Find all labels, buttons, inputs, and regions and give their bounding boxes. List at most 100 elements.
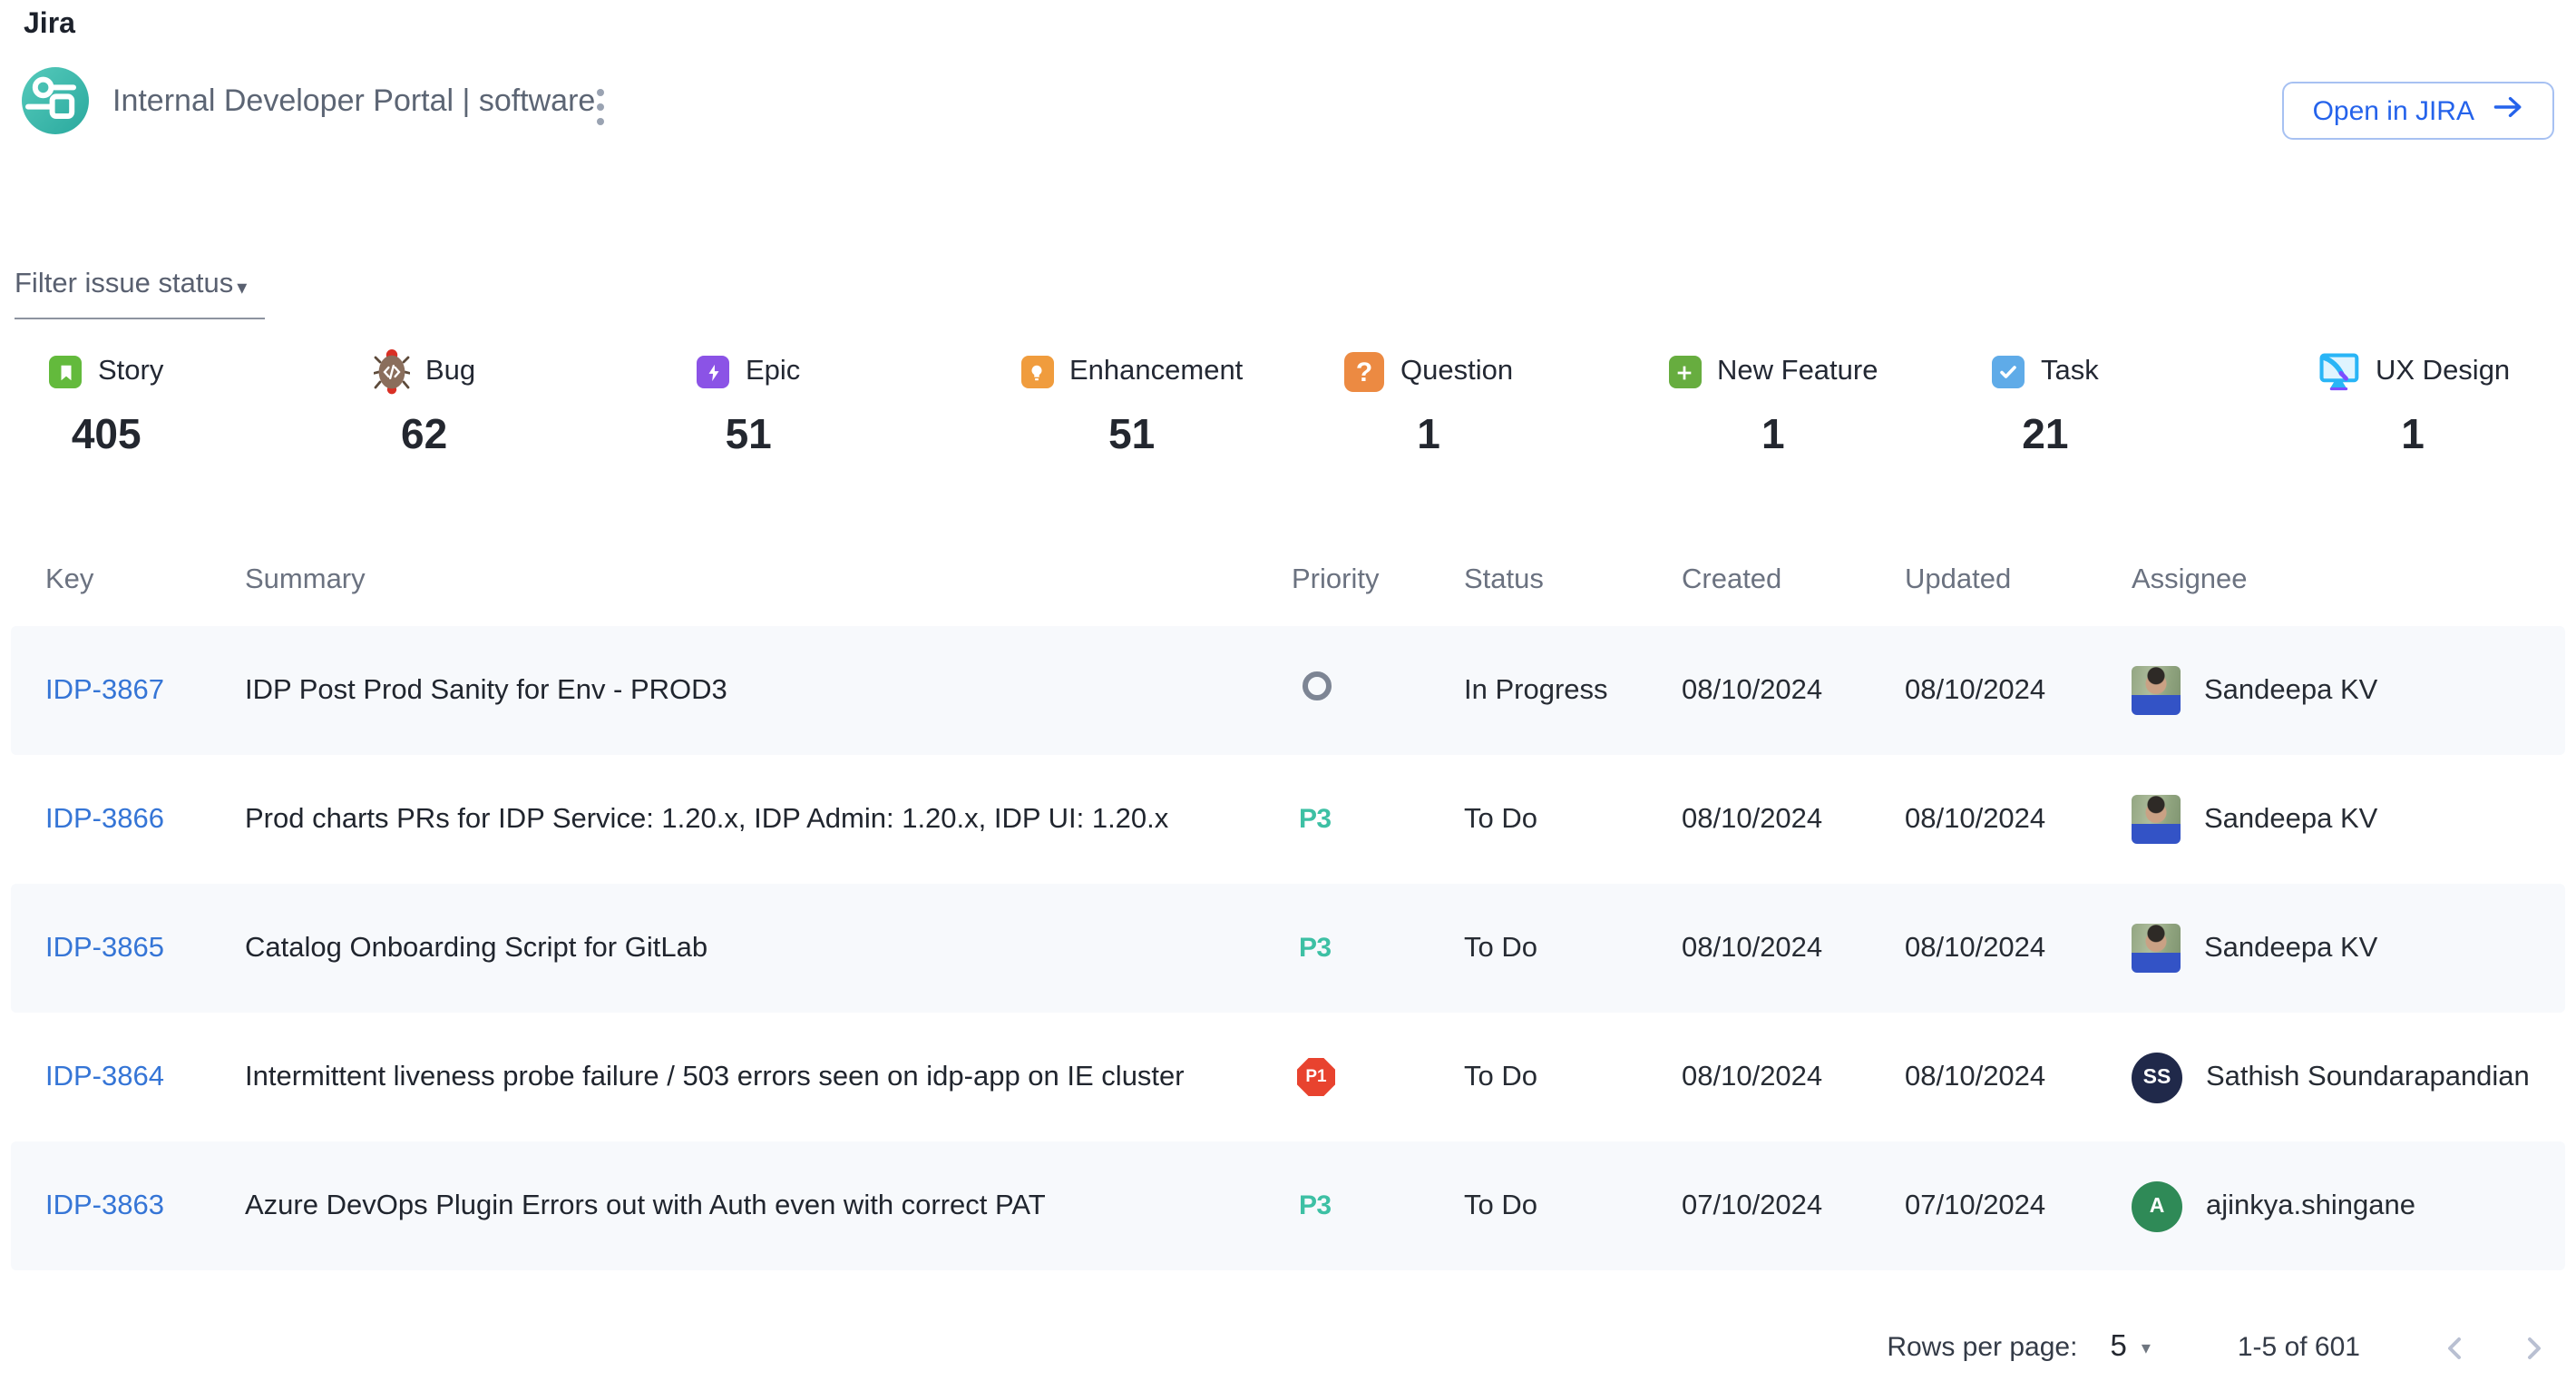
issue-updated-date: 08/10/2024	[1905, 932, 2132, 965]
stat-count: 51	[1020, 410, 1243, 459]
question-icon: ?	[1344, 352, 1384, 392]
issue-key-link[interactable]: IDP-3866	[45, 803, 164, 834]
next-page-button[interactable]	[2522, 1333, 2547, 1362]
stat-label: New Feature	[1717, 356, 1878, 388]
issue-status: To Do	[1464, 1190, 1682, 1222]
rows-per-page-select[interactable]: 5 ▾	[2110, 1330, 2150, 1365]
stat-label: Epic	[746, 356, 800, 388]
assignee-name: Sandeepa KV	[2204, 803, 2377, 836]
filter-issue-status-dropdown[interactable]: Filter issue status ▾	[15, 269, 265, 319]
stat-label: UX Design	[2376, 356, 2510, 388]
table-row: IDP-3867 IDP Post Prod Sanity for Env - …	[11, 626, 2565, 755]
stat-bug: Bug 62	[373, 350, 697, 459]
filter-label: Filter issue status	[15, 269, 233, 301]
stat-label: Question	[1400, 356, 1513, 388]
table-header: KeySummaryPriorityStatusCreatedUpdatedAs…	[0, 559, 2576, 602]
issue-created-date: 08/10/2024	[1682, 932, 1905, 965]
issue-updated-date: 07/10/2024	[1905, 1190, 2132, 1222]
issue-summary: Azure DevOps Plugin Errors out with Auth…	[245, 1190, 1292, 1222]
stat-label: Enhancement	[1069, 356, 1243, 388]
enhancement-icon	[1020, 356, 1053, 388]
open-in-jira-button[interactable]: Open in JIRA	[2282, 82, 2554, 140]
issue-status: To Do	[1464, 932, 1682, 965]
stat-label: Bug	[425, 356, 475, 388]
new-feature-icon	[1668, 356, 1701, 388]
stat-inner: Epic 51	[697, 350, 800, 459]
issue-key-link[interactable]: IDP-3864	[45, 1061, 164, 1092]
issue-created-date: 07/10/2024	[1682, 1190, 1905, 1222]
issue-created-date: 08/10/2024	[1682, 1061, 1905, 1093]
stat-task: Task 21	[1992, 350, 2316, 459]
column-header-assignee: Assignee	[2132, 564, 2576, 597]
column-header-created: Created	[1682, 564, 1905, 597]
issue-updated-date: 08/10/2024	[1905, 1061, 2132, 1093]
issue-created-date: 08/10/2024	[1682, 803, 1905, 836]
priority-p3-icon: P3	[1299, 803, 1332, 834]
stat-enhancement: Enhancement 51	[1020, 350, 1344, 459]
stat-inner: Task 21	[1992, 350, 2099, 459]
issue-status: To Do	[1464, 1061, 1682, 1093]
stat-inner: ? Question 1	[1344, 350, 1513, 459]
stat-count: 1	[1668, 410, 1878, 459]
jira-plugin-page: Jira Internal Developer Portal | softwar…	[0, 0, 2576, 1381]
issue-key-link[interactable]: IDP-3863	[45, 1190, 164, 1220]
stat-story: Story 405	[49, 350, 373, 459]
ux-design-icon	[2316, 352, 2359, 392]
stat-inner: Bug 62	[373, 350, 475, 459]
page-title: Jira	[24, 9, 75, 42]
table-row: IDP-3866 Prod charts PRs for IDP Service…	[11, 755, 2565, 884]
table-row: IDP-3864 Intermittent liveness probe fai…	[11, 1013, 2565, 1141]
column-header-key: Key	[45, 564, 245, 597]
table-row: IDP-3865 Catalog Onboarding Script for G…	[11, 884, 2565, 1013]
avatar	[2132, 795, 2181, 844]
avatar: SS	[2132, 1052, 2182, 1102]
issue-key-link[interactable]: IDP-3867	[45, 674, 164, 705]
avatar	[2132, 924, 2181, 973]
issue-summary: Catalog Onboarding Script for GitLab	[245, 932, 1292, 965]
assignee-name: Sathish Soundarapandian	[2206, 1061, 2530, 1093]
bug-icon	[373, 348, 409, 396]
stat-ux-design: UX Design 1	[2316, 350, 2576, 459]
epic-icon	[697, 356, 729, 388]
pagination-bar: Rows per page: 5 ▾ 1-5 of 601	[1887, 1330, 2547, 1365]
stat-epic: Epic 51	[697, 350, 1020, 459]
task-icon	[1992, 356, 2025, 388]
issue-key-link[interactable]: IDP-3865	[45, 932, 164, 963]
stat-inner: UX Design 1	[2316, 350, 2510, 459]
priority-none-icon	[1303, 671, 1332, 700]
stat-count: 21	[1992, 410, 2099, 459]
issues-table: IDP-3867 IDP Post Prod Sanity for Env - …	[0, 626, 2576, 1270]
stat-count: 1	[1344, 410, 1513, 459]
project-name: Internal Developer Portal | software	[112, 83, 595, 119]
issue-status: To Do	[1464, 803, 1682, 836]
rows-per-page-value: 5	[2110, 1330, 2126, 1365]
priority-p3-icon: P3	[1299, 932, 1332, 963]
stat-question: ? Question 1	[1344, 350, 1668, 459]
stat-inner: Story 405	[49, 350, 163, 459]
priority-p3-icon: P3	[1299, 1190, 1332, 1220]
issue-updated-date: 08/10/2024	[1905, 674, 2132, 707]
chevron-down-icon: ▾	[2142, 1339, 2151, 1359]
stat-label: Story	[98, 356, 163, 388]
stat-new-feature: New Feature 1	[1668, 350, 1992, 459]
stat-count: 405	[49, 410, 163, 459]
table-row: IDP-3863 Azure DevOps Plugin Errors out …	[11, 1141, 2565, 1270]
avatar	[2132, 666, 2181, 715]
pagination-range: 1-5 of 601	[2238, 1332, 2360, 1363]
assignee-name: Sandeepa KV	[2204, 932, 2377, 965]
previous-page-button[interactable]	[2442, 1333, 2467, 1362]
issue-status: In Progress	[1464, 674, 1682, 707]
stat-inner: New Feature 1	[1668, 350, 1878, 459]
more-options-button[interactable]	[588, 89, 613, 125]
stat-label: Task	[2041, 356, 2099, 388]
story-icon	[49, 356, 82, 388]
chevron-down-icon: ▾	[237, 275, 247, 299]
issue-created-date: 08/10/2024	[1682, 674, 1905, 707]
avatar: A	[2132, 1180, 2182, 1231]
issue-summary: IDP Post Prod Sanity for Env - PROD3	[245, 674, 1292, 707]
stat-count: 51	[697, 410, 800, 459]
issue-updated-date: 08/10/2024	[1905, 803, 2132, 836]
stat-count: 1	[2316, 410, 2510, 459]
rows-per-page-label: Rows per page:	[1887, 1332, 2077, 1363]
assignee-name: Sandeepa KV	[2204, 674, 2377, 707]
